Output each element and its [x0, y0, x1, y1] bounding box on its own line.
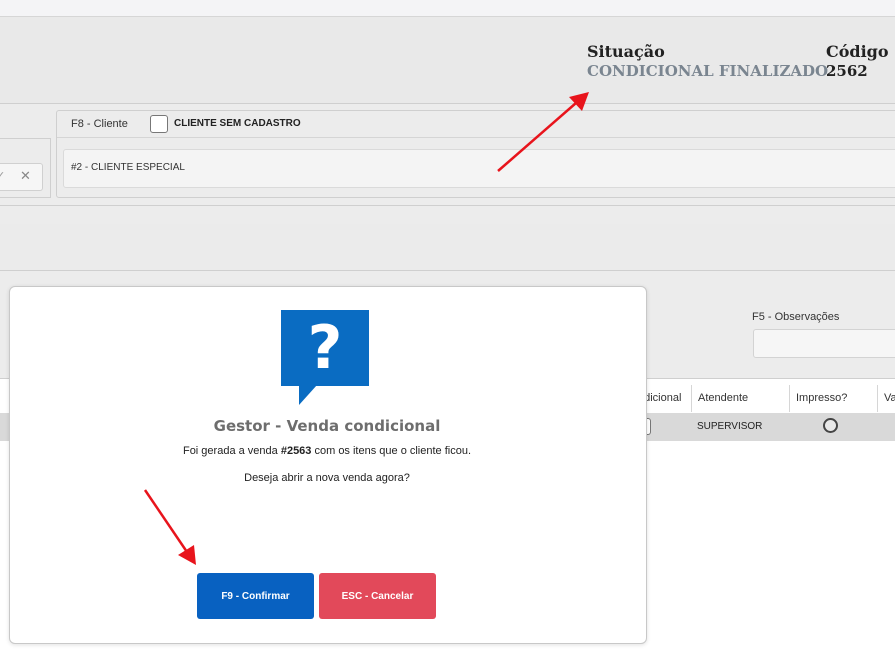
impresso-radio[interactable] [823, 418, 838, 433]
column-header-atendente[interactable]: Atendente [691, 385, 789, 412]
cancel-button[interactable]: ESC - Cancelar [319, 573, 436, 619]
situacao-value: CONDICIONAL FINALIZADO [587, 62, 829, 80]
cliente-sem-cadastro-label: CLIENTE SEM CADASTRO [174, 118, 301, 129]
observacoes-field[interactable] [753, 329, 895, 358]
column-header-valor[interactable]: Va [877, 385, 895, 412]
observacoes-label: F5 - Observações [752, 311, 840, 323]
cliente-label: F8 - Cliente [71, 118, 128, 130]
top-strip [0, 0, 895, 17]
dialog-message-suffix: com os itens que o cliente ficou. [311, 445, 472, 457]
question-icon-tail [299, 385, 317, 405]
dialog-title: Gestor - Venda condicional [213, 417, 441, 435]
cell-atendente: SUPERVISOR [697, 421, 763, 432]
check-icon: ✓ [0, 170, 6, 182]
cliente-field[interactable]: #2 - CLIENTE ESPECIAL [63, 149, 895, 188]
codigo-value: 2562 [826, 62, 868, 80]
dialog-sale-number: #2563 [280, 445, 312, 457]
header-panel [0, 17, 895, 104]
cliente-sem-cadastro-checkbox[interactable] [150, 115, 168, 133]
content-band [0, 224, 895, 271]
dialog-message: Foi gerada a venda #2563 com os itens qu… [9, 445, 645, 457]
confirm-button[interactable]: F9 - Confirmar [197, 573, 314, 619]
dialog-message-prefix: Foi gerada a venda [182, 445, 281, 457]
codigo-label: Código [826, 42, 889, 61]
left-select-field[interactable]: ✓ ✕ [0, 163, 43, 191]
divider [57, 137, 895, 138]
cliente-field-value: #2 - CLIENTE ESPECIAL [71, 162, 185, 173]
situacao-label: Situação [587, 42, 665, 61]
column-header-impresso[interactable]: Impresso? [789, 385, 877, 412]
dialog-question: Deseja abrir a nova venda agora? [244, 472, 410, 484]
clear-icon[interactable]: ✕ [20, 168, 31, 184]
question-mark-glyph: ? [307, 313, 343, 383]
toolbar-band [0, 205, 895, 225]
